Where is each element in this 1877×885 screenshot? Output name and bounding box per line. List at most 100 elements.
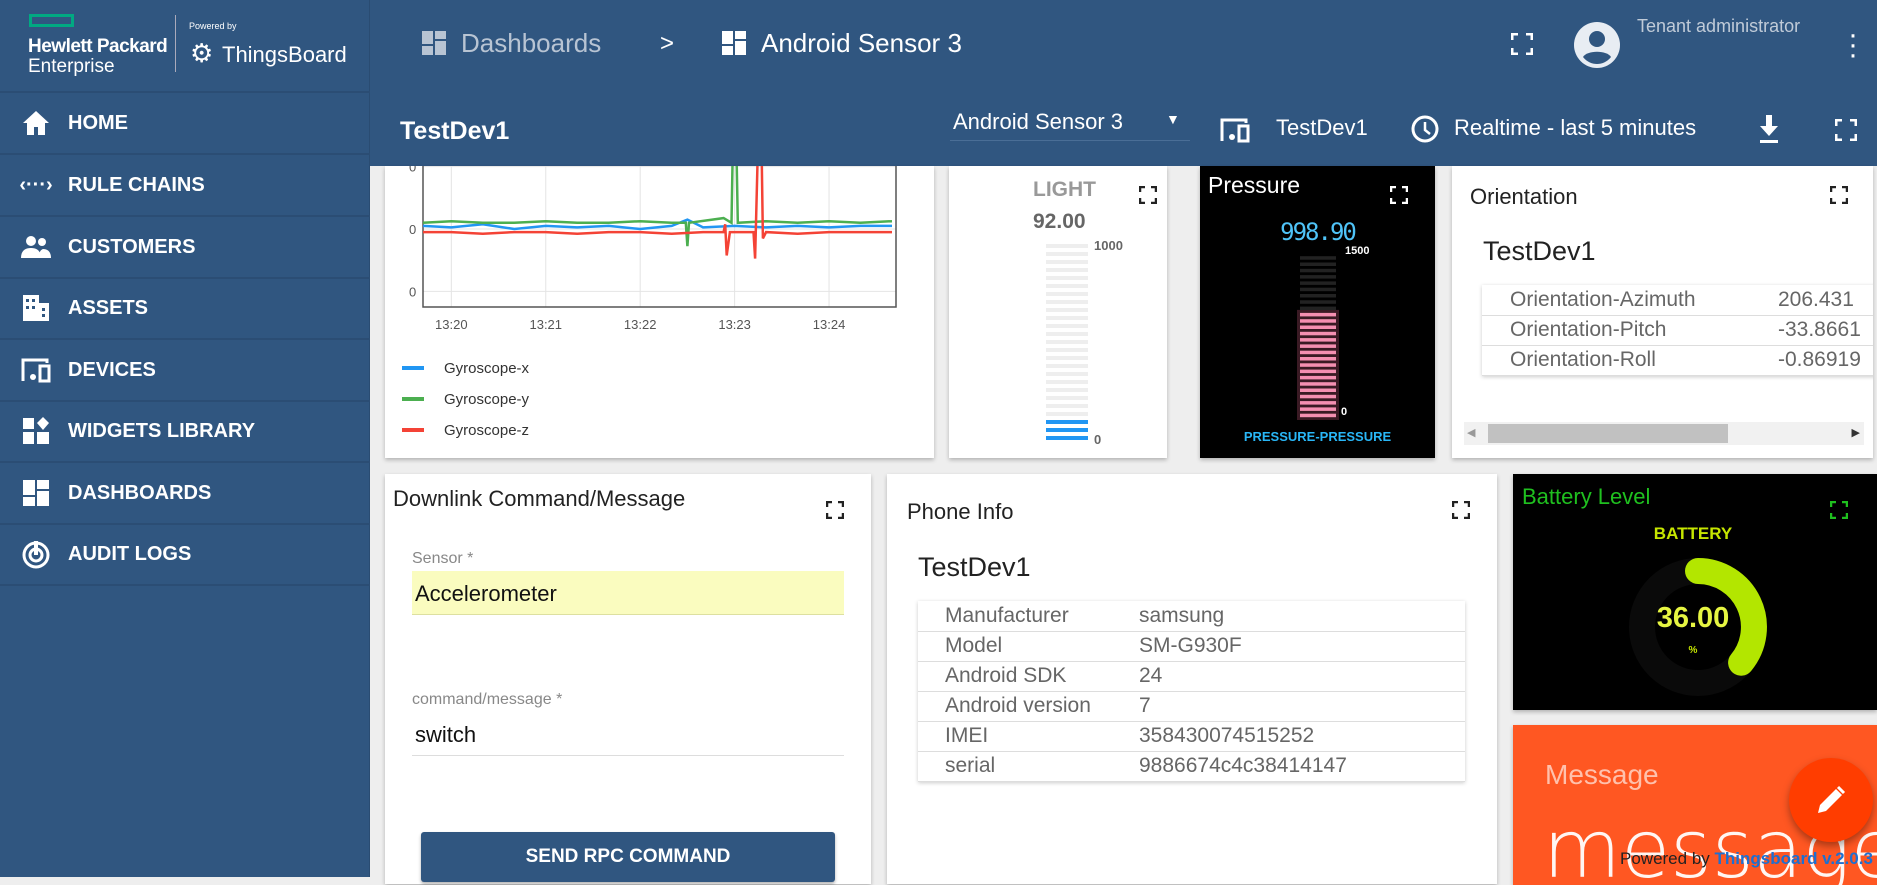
x-tick-label: 13:20 <box>435 317 468 332</box>
assets-icon <box>20 294 52 322</box>
pressure-bar-segment <box>1300 300 1336 304</box>
light-label: LIGHT <box>1033 178 1096 201</box>
more-menu-icon[interactable]: · · · <box>1848 20 1858 70</box>
light-bar-segment <box>1046 292 1088 296</box>
pressure-bar-segment <box>1300 357 1336 361</box>
sensor-input[interactable]: Accelerometer <box>412 571 844 615</box>
light-bar-segment <box>1046 332 1088 336</box>
fullscreen-icon[interactable] <box>1830 501 1848 519</box>
user-name[interactable]: Tenant administrator <box>1637 16 1800 37</box>
clock-icon[interactable] <box>1410 114 1440 144</box>
scroll-left-icon[interactable]: ◀ <box>1467 426 1475 439</box>
pressure-bar-segment <box>1300 388 1336 392</box>
light-bar-segment <box>1046 268 1088 272</box>
light-bar-segment <box>1046 380 1088 384</box>
light-bar-segment <box>1046 276 1088 280</box>
light-bar-segment <box>1046 252 1088 256</box>
table-row: serial 9886674c4c38414147 <box>918 751 1465 782</box>
legend-swatch <box>402 428 424 432</box>
table-row: IMEI 358430074515252 <box>918 721 1465 752</box>
sidebar-item-rule-chains[interactable]: ‹···› RULE CHAINS <box>0 155 370 217</box>
fullscreen-icon[interactable] <box>1139 186 1157 204</box>
battery-value: 36.00 <box>1656 602 1730 634</box>
table-row: Model SM-G930F <box>918 631 1465 662</box>
timewindow[interactable]: Realtime - last 5 minutes <box>1454 115 1696 141</box>
edit-fab-button[interactable] <box>1789 758 1873 842</box>
send-rpc-command-button[interactable]: SEND RPC COMMAND <box>421 832 835 882</box>
light-bar-segment <box>1046 396 1088 400</box>
sidebar-item-customers[interactable]: CUSTOMERS <box>0 217 370 279</box>
widget-title: Battery Level <box>1522 484 1651 509</box>
thingsboard-name: ThingsBoard <box>222 42 347 67</box>
entity-alias[interactable]: TestDev1 <box>1276 115 1368 141</box>
sidebar-item-devices[interactable]: DEVICES <box>0 340 370 402</box>
widget-title: Message <box>1545 759 1659 790</box>
light-bar-segment <box>1046 372 1088 376</box>
light-bar-segment <box>1046 284 1088 288</box>
pressure-bar-segment <box>1300 268 1336 273</box>
scroll-right-icon[interactable]: ▶ <box>1852 426 1860 439</box>
horizontal-scrollbar[interactable]: ◀ ▶ <box>1464 422 1864 445</box>
pressure-bar-segment <box>1300 287 1336 292</box>
logo[interactable]: Hewlett Packard Enterprise Powered by ⚙ … <box>0 0 370 93</box>
thingsboard-version-link[interactable]: Thingsboard v.2.0.3 <box>1715 849 1873 868</box>
pressure-bar-segment <box>1300 375 1336 380</box>
pressure-bar-segment <box>1300 394 1336 399</box>
devices-icon <box>20 356 52 384</box>
row-key: Orientation-Roll <box>1482 345 1778 376</box>
sidebar-item-audit-logs[interactable]: AUDIT LOGS <box>0 524 370 586</box>
command-value: switch <box>415 722 477 747</box>
x-tick-label: 13:21 <box>529 317 562 332</box>
light-bar-segment <box>1046 308 1088 312</box>
sidebar-item-home[interactable]: HOME <box>0 93 370 155</box>
battery-unit: % <box>1688 645 1698 656</box>
top-bar: Dashboards > Android Sensor 3 Tenant adm… <box>370 0 1877 93</box>
breadcrumb-current: Android Sensor 3 <box>761 28 962 58</box>
breadcrumb-dashboards[interactable]: Dashboards <box>461 28 601 59</box>
fullscreen-icon[interactable] <box>1452 501 1470 519</box>
avatar[interactable] <box>1573 21 1621 69</box>
sidebar-item-assets[interactable]: ASSETS <box>0 278 370 340</box>
fullscreen-icon[interactable] <box>1390 186 1408 204</box>
orientation-table: Orientation-Azimuth 206.431 Orientation-P… <box>1482 285 1873 376</box>
pressure-bar-segment <box>1300 413 1336 418</box>
sidebar-item-label: ASSETS <box>68 296 149 319</box>
pressure-bar-segment <box>1300 256 1336 260</box>
dashboard-state-select[interactable]: Android Sensor 3 ▼ <box>950 107 1190 141</box>
widget-title: Downlink Command/Message <box>393 486 686 511</box>
table-row: Orientation-Azimuth 206.431 <box>1482 285 1873 316</box>
light-bar-segment <box>1046 420 1088 424</box>
pressure-bar-segment <box>1300 350 1336 355</box>
home-icon <box>20 109 52 137</box>
y-tick-label: 0 <box>409 166 416 175</box>
sidebar-item-label: AUDIT LOGS <box>68 542 192 565</box>
footer: Powered by Thingsboard v.2.0.3 <box>1620 849 1873 869</box>
row-key: serial <box>918 751 1139 782</box>
sidebar-item-dashboards[interactable]: DASHBOARDS <box>0 463 370 525</box>
dashboard-title: TestDev1 <box>400 117 510 145</box>
command-input[interactable]: switch <box>412 714 844 756</box>
light-max-label: 1000 <box>1094 238 1123 253</box>
fullscreen-icon[interactable] <box>826 501 844 519</box>
widget-title: Pressure <box>1208 172 1301 198</box>
entity-devices-icon[interactable] <box>1220 117 1250 143</box>
fullscreen-icon[interactable] <box>1835 119 1857 141</box>
row-value: SM-G930F <box>1139 631 1465 662</box>
button-label: SEND RPC COMMAND <box>525 846 731 867</box>
chevron-down-icon: ▼ <box>1166 111 1180 127</box>
powered-by-label: Powered by <box>189 21 237 31</box>
light-bar-segment <box>1046 340 1088 344</box>
scrollbar-thumb[interactable] <box>1488 424 1728 443</box>
x-tick-label: 13:22 <box>624 317 657 332</box>
fullscreen-icon[interactable] <box>1830 186 1848 204</box>
table-row: Manufacturer samsung <box>918 601 1465 632</box>
pencil-icon <box>1818 785 1846 813</box>
fullscreen-icon[interactable] <box>1511 33 1533 55</box>
pressure-bar-segment <box>1300 262 1336 266</box>
download-icon[interactable] <box>1758 115 1780 143</box>
divider <box>175 15 176 72</box>
pressure-bar-segment <box>1300 319 1336 323</box>
sidebar-item-widgets-library[interactable]: WIDGETS LIBRARY <box>0 401 370 463</box>
command-label: command/message * <box>412 691 563 708</box>
pressure-bar-segment <box>1300 275 1336 279</box>
